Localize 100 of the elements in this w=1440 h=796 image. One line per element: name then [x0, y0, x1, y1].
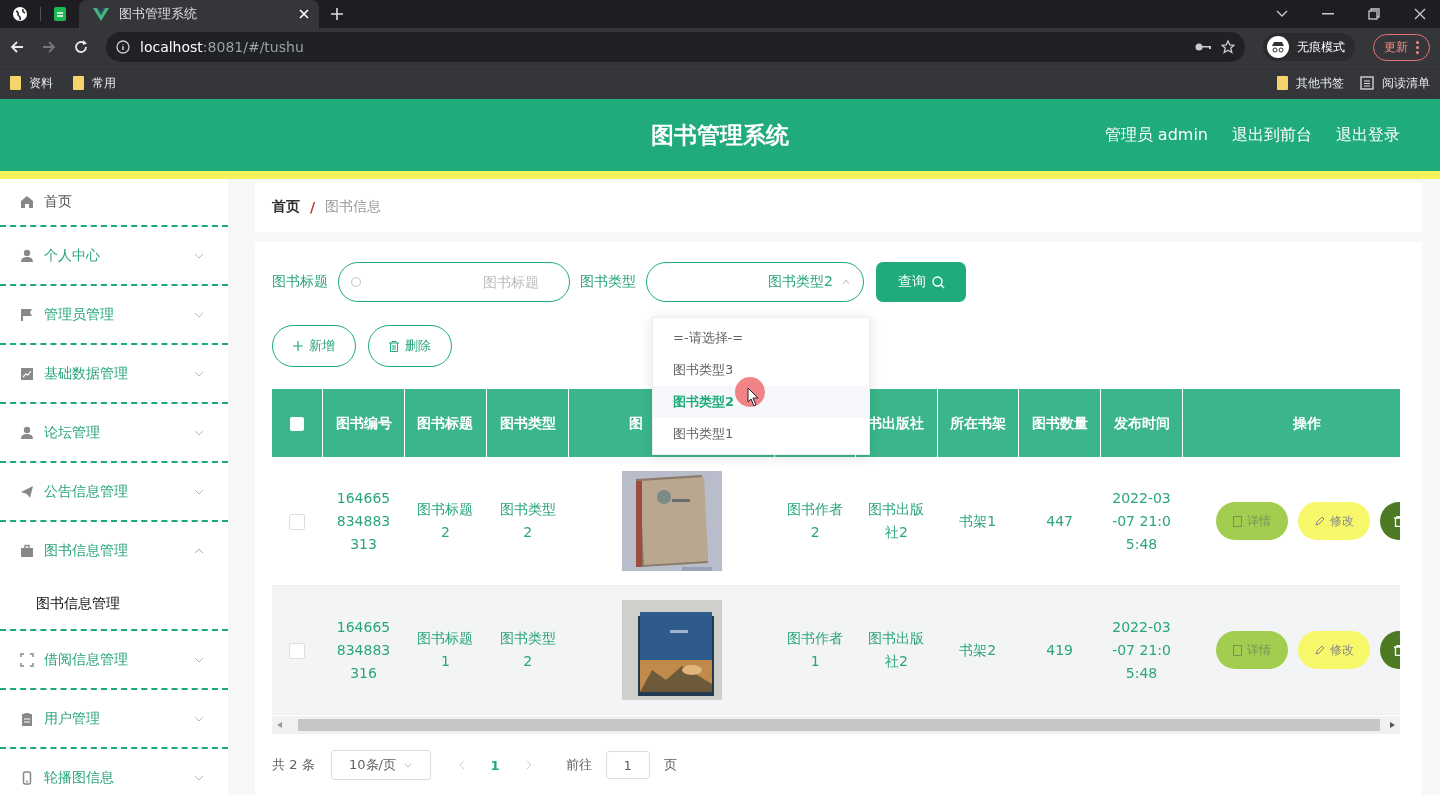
app-title: 图书管理系统: [651, 121, 789, 148]
column-header: 图书编号: [322, 389, 405, 457]
add-button[interactable]: 新增: [272, 325, 356, 367]
search-field[interactable]: 图书标题: [338, 262, 570, 302]
table-cell: 164665834883316: [336, 618, 391, 681]
sidebar-item[interactable]: 公告信息管理: [0, 463, 228, 522]
sheet-icon: [53, 6, 67, 22]
info-icon: [116, 40, 130, 54]
reload-icon: [74, 40, 88, 54]
table-cell: 447: [1046, 512, 1074, 529]
paper-plane-icon: [20, 484, 34, 499]
chevron-icon: [404, 762, 412, 768]
sidebar-item[interactable]: 图书信息管理: [0, 522, 228, 579]
row-checkbox[interactable]: [289, 513, 306, 530]
sidebar-item[interactable]: 轮播图信息: [0, 749, 228, 796]
profile-chip[interactable]: 无痕模式: [1263, 33, 1355, 61]
column-header: 操作: [1182, 389, 1400, 457]
column-header: 图书标题: [404, 389, 487, 457]
table-cell: 图书类型2: [499, 501, 556, 540]
table-cell: 图书类型2: [499, 630, 556, 669]
scroll-left-icon: [277, 722, 282, 728]
sidebar-item[interactable]: 用户管理: [0, 690, 228, 749]
total-count: 共 2 条: [272, 756, 315, 774]
sidebar-item[interactable]: 个人中心: [0, 227, 228, 286]
forward-icon: [42, 40, 56, 54]
table-cell: 书架1: [959, 512, 997, 529]
table-cell: 图书作者2: [787, 501, 844, 540]
column-header: 图书类型: [486, 389, 569, 457]
phone-icon: [20, 770, 34, 785]
page-number[interactable]: 1: [478, 757, 512, 773]
cursor-icon: [734, 376, 766, 410]
search-icon: [931, 275, 945, 289]
bookmark[interactable]: 阅读清单: [1360, 74, 1430, 92]
column-header: 发布时间: [1100, 389, 1183, 457]
table-cell: 2022-03-07 21:05:48: [1112, 489, 1171, 552]
page-size-select[interactable]: 10条/页: [330, 750, 431, 780]
table-row[interactable]: 164665834883316 图书标题1 图书类型2 图书作者1 图书出版社2 书架2 419 2022-03-07 21:05:48 详情 修改: [272, 585, 1400, 715]
close-icon: [1414, 8, 1426, 20]
table-cell: 2022-03-07 21:05:48: [1112, 618, 1171, 681]
v-logo-icon: [93, 7, 109, 21]
edit-button[interactable]: 修改: [1298, 631, 1371, 669]
bookmark[interactable]: 常用: [73, 74, 116, 92]
table-cell: 164665834883313: [336, 489, 391, 552]
table-cell: 图书标题2: [417, 501, 474, 540]
trash-icon: [389, 340, 399, 352]
back-icon: [10, 40, 24, 54]
dropdown-option[interactable]: =-请选择-=: [653, 322, 869, 354]
table-cell: 图书出版社2: [868, 630, 925, 669]
header-link[interactable]: 退出到前台: [1232, 124, 1312, 146]
clipboard-icon: [20, 711, 34, 726]
select-all-checkbox[interactable]: [290, 417, 305, 431]
page-input[interactable]: 1: [605, 751, 650, 779]
browser-tab[interactable]: 图书管理系统: [79, 0, 319, 28]
details-button[interactable]: 详情: [1216, 631, 1289, 669]
goto-label: 前往: [565, 756, 592, 774]
frame-icon: [20, 652, 34, 667]
breadcrumb-separator: /: [310, 199, 316, 215]
chart-icon: [20, 366, 34, 381]
scrollbar-thumb[interactable]: [298, 719, 1380, 731]
scroll-right-icon: [1390, 722, 1395, 728]
delete-button[interactable]: 删除: [368, 325, 452, 367]
dropdown-option[interactable]: 图书类型3: [653, 354, 869, 386]
sidebar-item[interactable]: 基础数据管理: [0, 345, 228, 404]
document-icon: [1233, 515, 1243, 527]
new-tab-icon: [331, 8, 343, 20]
header-link[interactable]: 退出登录: [1336, 124, 1400, 146]
search-button[interactable]: 查询: [876, 262, 966, 302]
table-cell: 419: [1046, 641, 1074, 658]
select-field[interactable]: 图书类型2: [646, 262, 864, 302]
details-button[interactable]: 详情: [1216, 502, 1289, 540]
breadcrumb-current: 图书信息: [325, 198, 382, 216]
bookmark[interactable]: 资料: [10, 74, 53, 92]
breadcrumb-link[interactable]: 首页: [272, 198, 300, 216]
dropdown-option[interactable]: 图书类型2: [653, 386, 869, 418]
table-cell: 书架2: [959, 641, 997, 658]
sidebar-item[interactable]: 论坛管理: [0, 404, 228, 463]
flag-icon: [20, 307, 34, 322]
bookmark[interactable]: 其他书签: [1277, 74, 1344, 92]
sidebar-item[interactable]: 借阅信息管理: [0, 631, 228, 690]
horizontal-scrollbar[interactable]: [272, 716, 1400, 734]
search-icon: [350, 276, 362, 288]
edit-button[interactable]: 修改: [1298, 502, 1371, 540]
chevron-icon: [842, 278, 850, 286]
star-icon: [1221, 40, 1235, 54]
user-icon: [20, 425, 34, 440]
address-bar[interactable]: localhost:8081/#/tushu: [106, 32, 1245, 62]
home-icon: [20, 195, 34, 209]
incognito-icon: [1267, 36, 1289, 58]
filter-label: 图书标题: [272, 273, 328, 291]
table-row[interactable]: 164665834883313 图书标题2 图书类型2 图书作者2 图书出版社2 书架1 447 2022-03-07 21:05:48 详情 修改: [272, 457, 1400, 586]
briefcase-icon: [20, 543, 34, 558]
row-checkbox[interactable]: [289, 642, 306, 659]
sidebar-subitem[interactable]: 图书信息管理: [0, 579, 228, 631]
table-cell: 图书出版社2: [868, 501, 925, 540]
sidebar-item[interactable]: 管理员管理: [0, 286, 228, 345]
pencil-icon: [1314, 645, 1325, 655]
sidebar-item[interactable]: 首页: [0, 179, 228, 227]
minimize-icon: [1322, 13, 1334, 15]
key-icon: [1195, 42, 1211, 52]
header-link[interactable]: 管理员 admin: [1104, 124, 1208, 146]
